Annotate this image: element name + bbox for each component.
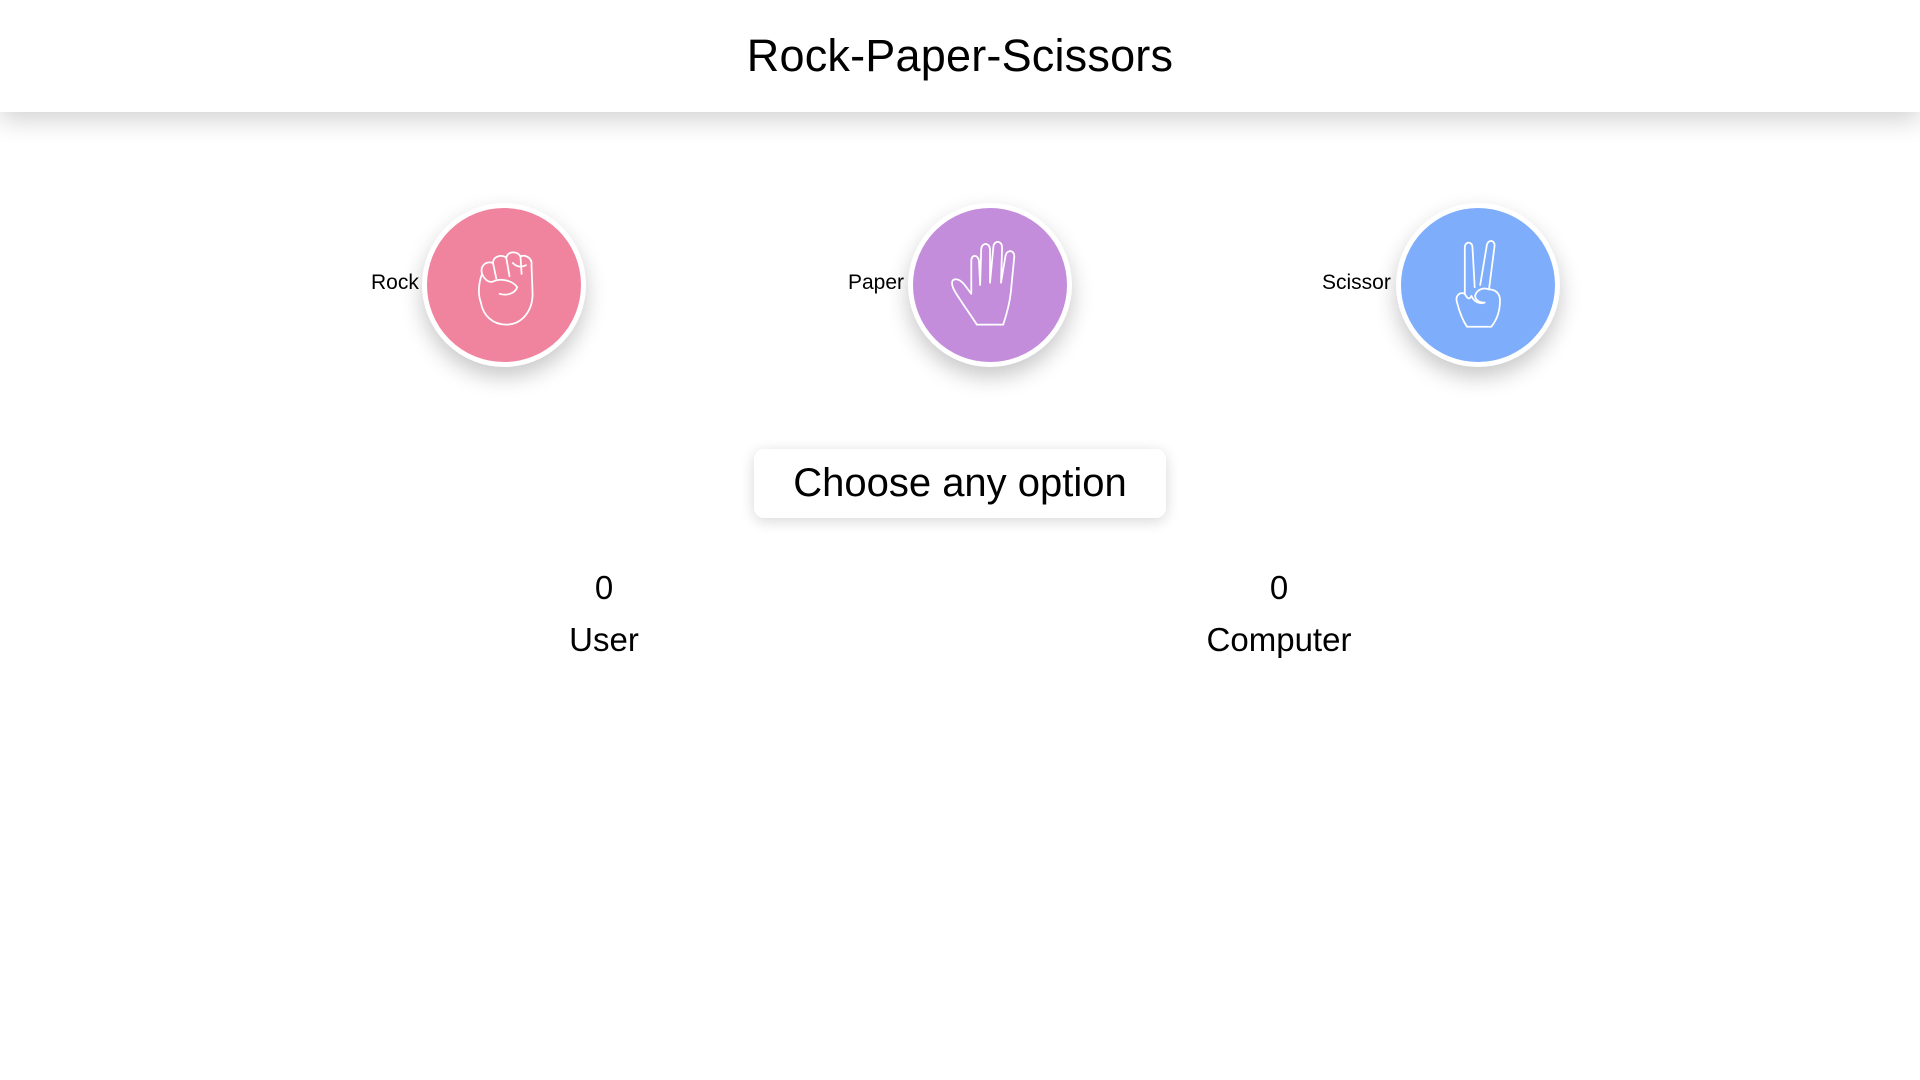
page-title: Rock-Paper-Scissors (746, 30, 1174, 81)
fist-icon (478, 251, 534, 326)
scissor-label: Scissor (1322, 271, 1391, 294)
victory-hand-icon (1455, 240, 1501, 328)
computer-label: Computer (1206, 621, 1352, 658)
open-hand-icon (951, 240, 1016, 326)
user-score: 0 (594, 569, 614, 606)
scissor-choice-button[interactable] (1396, 203, 1560, 367)
paper-choice-button[interactable] (908, 203, 1072, 367)
paper-label: Paper (848, 271, 905, 294)
computer-score-panel: 0 Computer (1129, 565, 1429, 669)
computer-score: 0 (1269, 569, 1289, 606)
user-label: User (569, 621, 639, 658)
user-score-panel: 0 User (454, 565, 754, 669)
result-message: Choose any option (754, 449, 1166, 518)
rock-choice-button[interactable] (422, 203, 586, 367)
header: Rock-Paper-Scissors (0, 0, 1920, 112)
rock-label: Rock (371, 271, 419, 294)
